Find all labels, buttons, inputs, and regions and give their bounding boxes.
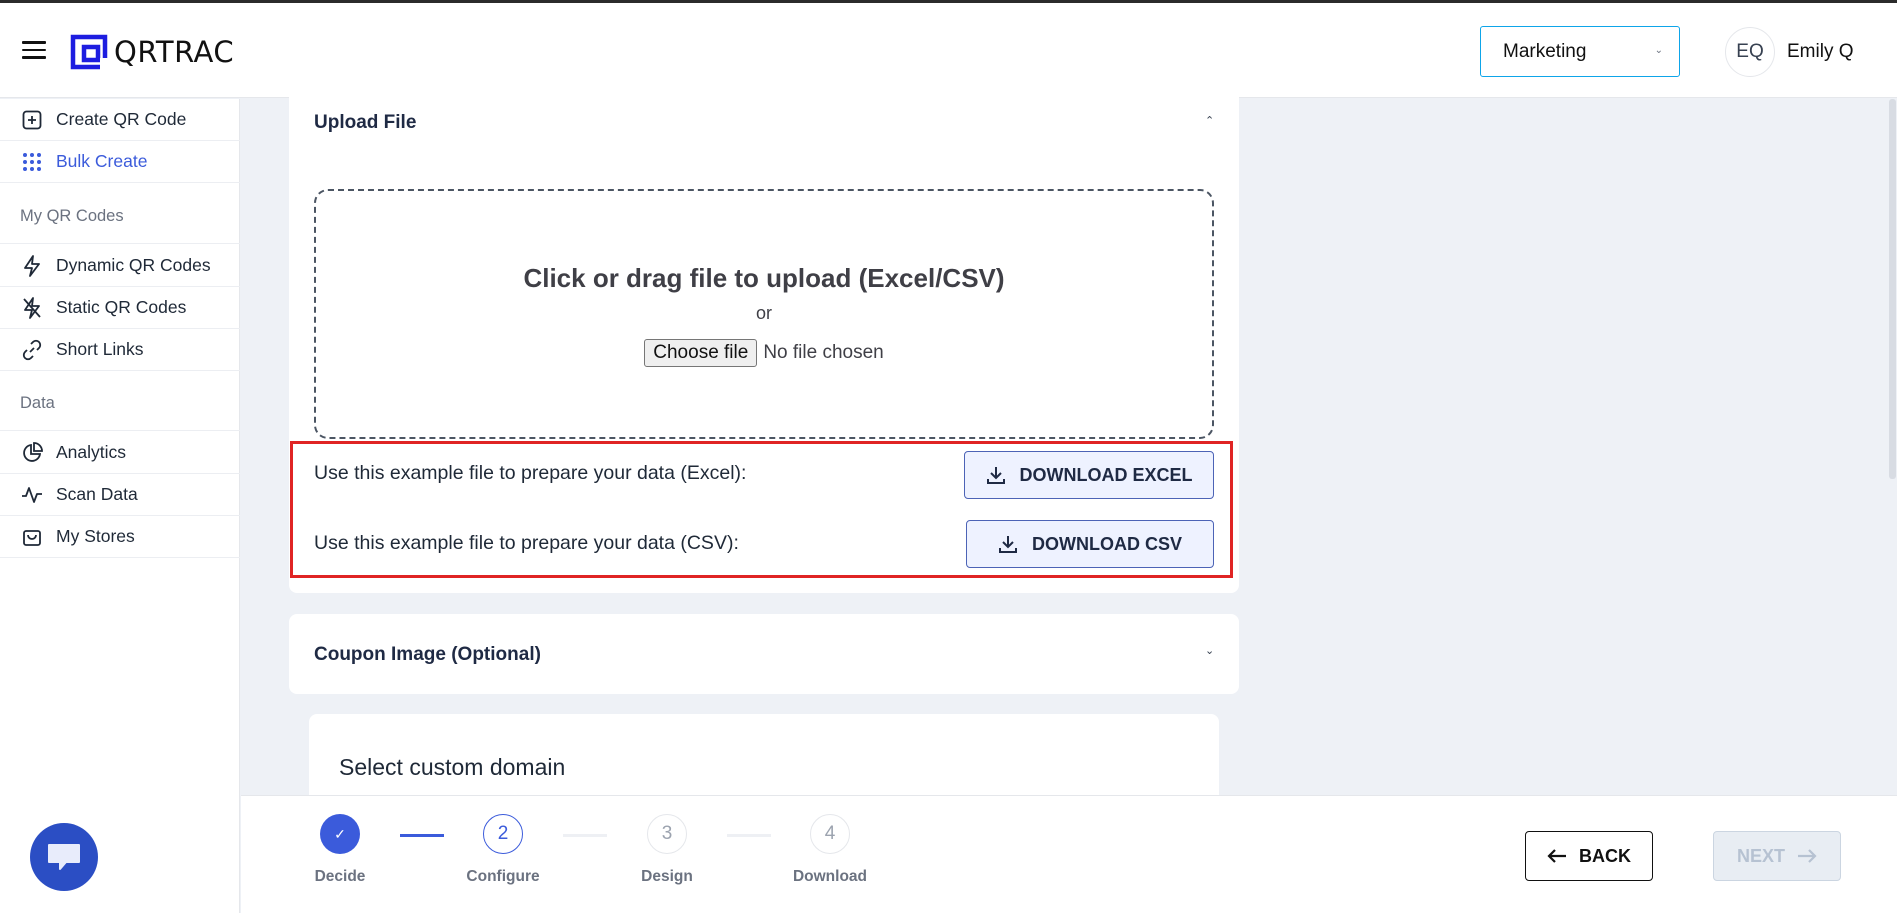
app-header: QRTRAC Marketing ⌄ EQ Emily Q (0, 3, 1897, 98)
sidebar-item-dynamic-qr-codes[interactable]: Dynamic QR Codes (0, 245, 240, 287)
sidebar-divider (0, 243, 240, 244)
dropzone-or-text: or (755, 303, 772, 323)
no-file-chosen-text: No file chosen (763, 342, 884, 363)
step-1-circle[interactable]: ✓ (320, 814, 360, 854)
download-icon (986, 467, 1005, 484)
scrollbar-thumb[interactable] (1889, 99, 1896, 479)
choose-file-button[interactable]: Choose file (644, 339, 758, 367)
file-input-row: Choose file No file chosen (316, 339, 1212, 367)
step-connector (563, 834, 607, 837)
grid-dots-icon (21, 151, 43, 173)
download-csv-label: DOWNLOAD CSV (1032, 533, 1182, 554)
sidebar-item-scan-data[interactable]: Scan Data (0, 474, 240, 516)
download-excel-label: DOWNLOAD EXCEL (1019, 464, 1193, 485)
coupon-image-card[interactable]: Coupon Image (Optional) ⌄ (289, 614, 1239, 694)
download-csv-button[interactable]: DOWNLOAD CSV (966, 520, 1214, 568)
step-3-circle[interactable]: 3 (647, 814, 687, 854)
sidebar-item-label: Bulk Create (56, 151, 148, 171)
sidebar-section-data: Data (20, 394, 55, 412)
sidebar-item-analytics[interactable]: Analytics (0, 432, 240, 474)
step-connector (727, 834, 771, 837)
main-scrollbar[interactable] (1887, 99, 1897, 795)
dropzone-title: Click or drag file to upload (Excel/CSV) (523, 263, 1005, 293)
lightning-icon (21, 254, 43, 277)
step-4-label: Download (792, 868, 868, 885)
user-name[interactable]: Emily Q (1787, 41, 1854, 63)
avatar[interactable]: EQ (1725, 27, 1775, 77)
file-dropzone[interactable]: Click or drag file to upload (Excel/CSV)… (314, 189, 1214, 439)
sidebar-item-static-qr-codes[interactable]: Static QR Codes (0, 287, 240, 329)
sidebar-item-label: Analytics (56, 442, 127, 462)
download-excel-button[interactable]: DOWNLOAD EXCEL (964, 451, 1214, 499)
step-connector (400, 834, 444, 837)
pie-chart-icon (21, 441, 43, 464)
custom-domain-title: Select custom domain (339, 754, 566, 780)
csv-example-text: Use this example file to prepare your da… (314, 532, 739, 554)
sidebar-item-create-qr-code[interactable]: Create QR Code (0, 99, 240, 141)
qrtrac-logo-icon (70, 34, 108, 70)
sidebar-item-label: Create QR Code (56, 109, 187, 129)
sidebar-item-my-stores[interactable]: My Stores (0, 516, 240, 558)
sidebar-section-my-qr-codes: My QR Codes (20, 207, 124, 225)
chevron-down-icon: ⌄ (1654, 45, 1663, 56)
sidebar-divider (0, 430, 240, 431)
next-button-label: NEXT (1736, 845, 1785, 866)
back-button[interactable]: BACK (1525, 831, 1653, 881)
sidebar: Create QR Code Bulk Create My QR Codes D… (0, 99, 240, 913)
arrow-right-icon (1798, 849, 1817, 863)
hamburger-menu-icon[interactable] (22, 41, 46, 59)
coupon-image-title: Coupon Image (Optional) (314, 644, 541, 665)
sidebar-item-short-links[interactable]: Short Links (0, 329, 240, 371)
sidebar-item-label: Short Links (56, 339, 144, 359)
chevron-down-icon[interactable]: ⌄ (1205, 644, 1214, 657)
lightning-off-icon (21, 296, 43, 319)
back-button-label: BACK (1579, 845, 1631, 866)
next-button[interactable]: NEXT (1713, 831, 1841, 881)
chat-widget-button[interactable] (30, 823, 98, 891)
sidebar-item-label: Dynamic QR Codes (56, 255, 211, 275)
step-1-label: Decide (314, 868, 366, 885)
arrow-left-icon (1547, 849, 1566, 863)
logo-text: QRTRAC (114, 35, 235, 69)
step-4-circle[interactable]: 4 (810, 814, 850, 854)
step-2-label: Configure (466, 868, 540, 885)
sidebar-item-bulk-create[interactable]: Bulk Create (0, 141, 240, 183)
step-3-label: Design (641, 868, 693, 885)
organization-select-value: Marketing (1503, 40, 1587, 62)
step-2-circle[interactable]: 2 (483, 814, 523, 854)
organization-select[interactable]: Marketing ⌄ (1480, 26, 1680, 77)
app-logo[interactable]: QRTRAC (70, 34, 234, 70)
stepper-footer: ✓ Decide 2 Configure 3 Design 4 Download… (241, 795, 1897, 913)
activity-icon (21, 484, 43, 506)
sidebar-item-label: Scan Data (56, 484, 138, 504)
plus-square-icon (21, 109, 43, 131)
excel-example-text: Use this example file to prepare your da… (314, 462, 747, 484)
download-icon (999, 536, 1017, 553)
link-icon (21, 339, 43, 361)
upload-file-title[interactable]: Upload File (314, 112, 416, 134)
chat-icon (48, 844, 80, 870)
shopping-bag-icon (21, 526, 43, 548)
chevron-up-icon[interactable]: ⌃ (1205, 114, 1214, 127)
sidebar-item-label: My Stores (56, 526, 135, 546)
sidebar-item-label: Static QR Codes (56, 297, 187, 317)
